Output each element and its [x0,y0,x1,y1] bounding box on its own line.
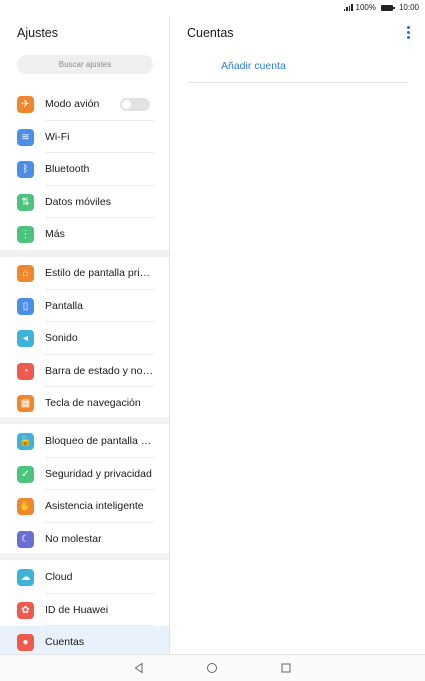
more-icon: ⋮ [17,226,34,243]
display-icon: ▯ [17,297,34,315]
settings-item-label: Barra de estado y notificaciones [45,364,154,377]
recents-icon[interactable] [279,661,293,675]
settings-item-label: ID de Huawei [45,603,109,616]
settings-item[interactable]: ⌂ Estilo de pantalla principal [0,257,169,290]
lock-icon: 🔒 [17,433,34,450]
sound-icon: ◂ [17,330,34,347]
settings-item[interactable]: ● Cuentas [0,626,169,654]
settings-item[interactable]: ≋ Wi-Fi [0,121,169,153]
settings-item[interactable]: ☁ Cloud [0,561,169,594]
settings-item-label: Bloqueo de pantalla y contraseñas [45,435,154,447]
home-style-icon: ⌂ [17,265,34,282]
moon-icon: ☾ [17,530,34,548]
notification-bell-icon: ◔ [17,362,34,380]
settings-item[interactable]: ✋ Asistencia inteligente [0,490,169,523]
settings-item-label: Más [45,228,65,240]
settings-item[interactable]: ☾ No molestar [0,523,169,556]
settings-panel: Ajustes Buscar ajustes ✈ Modo avión ≋ Wi-Fi… [0,16,169,654]
settings-item[interactable]: ✓ Seguridad y privacidad [0,458,169,490]
settings-item[interactable]: ⋮ Más [0,218,169,251]
settings-group: ⌂ Estilo de pantalla principal ▯ Pantalla ◂ S… [0,257,169,420]
clock: 10:00 [398,3,419,12]
settings-item[interactable]: ✿ ID de Huawei [0,594,169,626]
status-indicators: 100% 10:00 [343,3,419,12]
settings-group: 🔒 Bloqueo de pantalla y contraseñas ✓ Segur… [0,425,169,555]
airplane-mode-toggle[interactable] [120,98,150,111]
status-bar: 100% 10:00 [0,0,425,16]
settings-item-label: Sonido [45,332,78,344]
accounts-pane: Cuentas Añadir cuenta [170,16,425,654]
settings-item[interactable]: ᛒ Bluetooth [0,153,169,186]
back-icon[interactable] [132,661,146,675]
shield-icon: ✓ [17,465,34,483]
settings-item[interactable]: ◔ Barra de estado y notificaciones [0,355,169,387]
settings-item[interactable]: ✈ Modo avión [0,88,169,121]
section-separator [0,250,169,257]
signal-icon [343,4,353,11]
account-icon: ● [17,634,34,651]
settings-item-label: Datos móviles [45,195,111,208]
settings-group: ☁ Cloud ✿ ID de Huawei ● Cuentas [0,561,169,654]
settings-item-label: Seguridad y privacidad [45,467,152,480]
airplane-icon: ✈ [17,96,34,113]
huawei-icon: ✿ [17,601,34,619]
settings-item-label: Pantalla [45,299,83,312]
search-input[interactable]: Buscar ajustes [17,55,153,74]
battery-percent: 100% [355,3,376,12]
settings-title: Ajustes [17,26,58,40]
settings-item[interactable]: ▯ Pantalla [0,290,169,322]
accounts-title: Cuentas [187,26,234,40]
settings-item[interactable]: 🔒 Bloqueo de pantalla y contraseñas [0,425,169,458]
home-icon[interactable] [205,661,219,675]
settings-item[interactable]: ◂ Sonido [0,322,169,355]
settings-item-label: Asistencia inteligente [45,500,144,512]
navigation-bar [0,654,425,681]
settings-group: ✈ Modo avión ≋ Wi-Fi ᛒ Bluetooth ⇅ Datos móvile… [0,88,169,251]
hand-icon: ✋ [17,498,34,515]
settings-item-label: Estilo de pantalla principal [45,267,154,279]
settings-item[interactable]: ▦ Tecla de navegación [0,387,169,420]
divider [187,82,408,83]
mobile-data-icon: ⇅ [17,193,34,211]
wifi-icon: ≋ [17,128,34,146]
add-account-button[interactable]: Añadir cuenta [221,60,286,72]
settings-item-label: No molestar [45,532,102,545]
settings-item-label: Cloud [45,571,73,583]
settings-item-label: Bluetooth [45,163,90,175]
bluetooth-icon: ᛒ [17,161,34,178]
settings-item-label: Wi-Fi [45,130,70,143]
battery-icon [380,4,395,11]
overflow-menu-icon[interactable] [407,26,411,39]
cloud-icon: ☁ [17,569,34,586]
settings-item-label: Tecla de navegación [45,397,141,409]
settings-item-label: Cuentas [45,636,85,648]
settings-item[interactable]: ⇅ Datos móviles [0,186,169,218]
navigation-key-icon: ▦ [17,395,34,412]
